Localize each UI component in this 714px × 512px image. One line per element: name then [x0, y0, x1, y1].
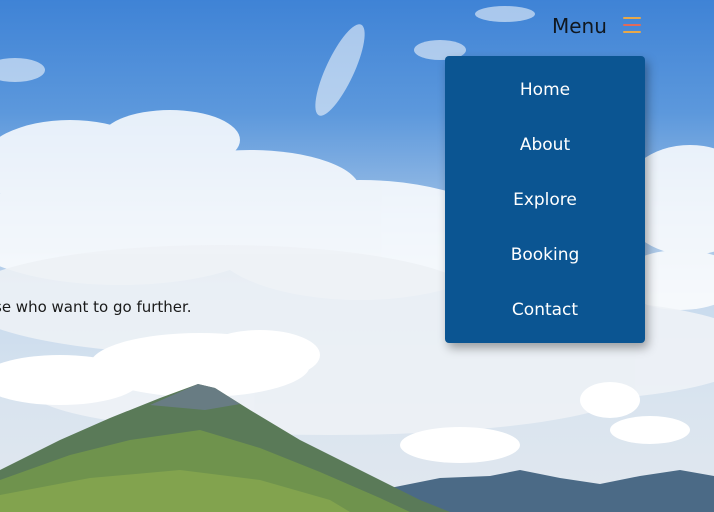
menu-item-about[interactable]: About	[445, 125, 645, 165]
menu-item-explore[interactable]: Explore	[445, 180, 645, 220]
menu-label: Menu	[552, 14, 607, 38]
hamburger-bar-bottom	[623, 31, 641, 33]
menu-item-home[interactable]: Home	[445, 70, 645, 110]
menu-item-contact[interactable]: Contact	[445, 290, 645, 330]
hamburger-bar-top	[623, 17, 641, 19]
dropdown-menu: Home About Explore Booking Contact	[445, 56, 645, 343]
menu-toggle-button[interactable]: Menu	[544, 10, 654, 42]
hero-tagline: se who want to go further.	[0, 298, 192, 316]
hamburger-icon	[623, 17, 641, 35]
hamburger-bar-middle	[623, 24, 641, 26]
menu-item-booking[interactable]: Booking	[445, 235, 645, 275]
